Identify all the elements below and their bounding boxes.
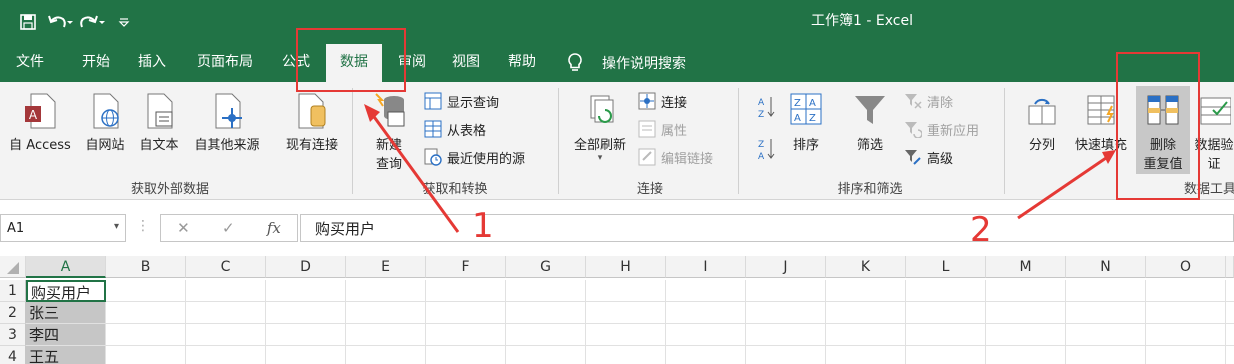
annotation-number-2: 2 [970,210,992,250]
annotation-arrows [364,104,1116,233]
arrow-1 [364,104,460,233]
annotation-number-1: 1 [472,206,494,246]
arrow-2 [1017,150,1116,220]
